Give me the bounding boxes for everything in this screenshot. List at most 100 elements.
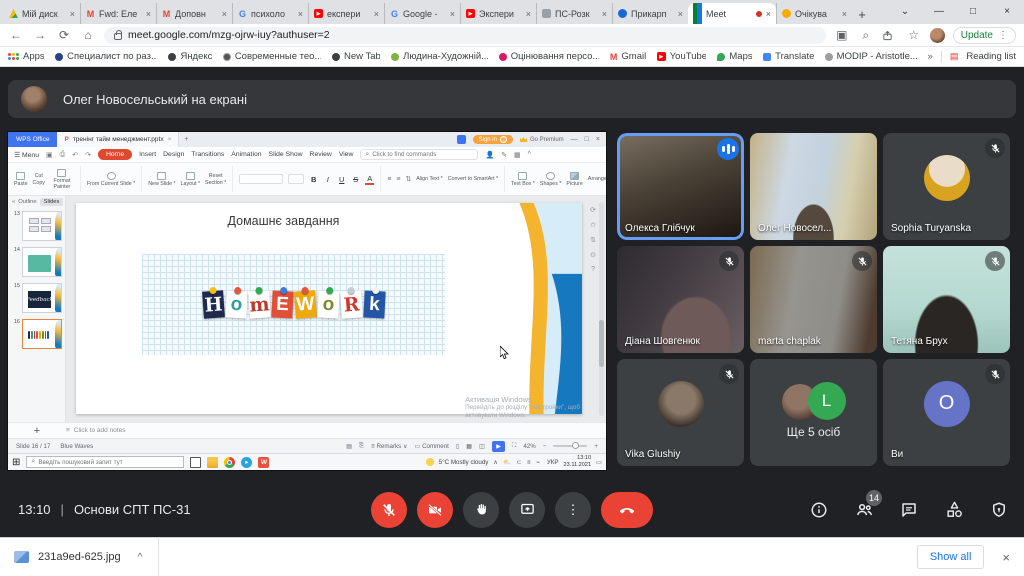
tab-youtube-1[interactable]: ▶експери×: [308, 3, 384, 24]
mic-toggle-button[interactable]: [371, 492, 407, 528]
current-slide[interactable]: Домашнє завдання H o m E W o R k: [76, 203, 582, 414]
tab-drive[interactable]: Мій диск×: [4, 3, 80, 24]
wps-sign-in-button[interactable]: Sign in: [473, 135, 513, 144]
address-bar[interactable]: meet.google.com/mzg-ojrw-iuy?authuser=2: [104, 27, 826, 44]
tab-meet-active[interactable]: Meet×: [688, 3, 776, 24]
bookmark-item[interactable]: Яндекс: [168, 51, 211, 62]
show-all-downloads-button[interactable]: Show all: [917, 545, 985, 569]
wps-new-tab-button[interactable]: +: [184, 136, 188, 143]
doc-tab-close-icon[interactable]: ×: [168, 136, 172, 143]
participant-tile[interactable]: Тетяна Брух: [883, 246, 1010, 353]
bookmark-apps[interactable]: Apps: [8, 51, 44, 62]
tab-close-icon[interactable]: ×: [374, 9, 379, 19]
find-commands-box[interactable]: ⌕: [360, 149, 478, 160]
tab-ps-rozk[interactable]: ПС-Розк×: [536, 3, 612, 24]
participant-tile[interactable]: Vika Glushiy: [617, 359, 744, 466]
slide-thumbnail-16-selected[interactable]: [22, 319, 62, 349]
wps-office-button[interactable]: WPS Office: [8, 132, 57, 147]
weather-text[interactable]: 5°C Mostly cloudy: [439, 459, 489, 466]
redo-icon[interactable]: ↷: [85, 151, 91, 159]
zoom-slider[interactable]: [553, 445, 587, 447]
italic-button[interactable]: I: [323, 175, 332, 184]
normal-view-icon[interactable]: ▯: [456, 443, 459, 450]
align-text-button[interactable]: Align Text *: [416, 176, 442, 182]
file-explorer-icon[interactable]: [207, 457, 218, 468]
language-indicator[interactable]: УКР: [547, 459, 559, 466]
tab-search-icon[interactable]: ⌄: [888, 0, 922, 24]
close-downloads-bar-icon[interactable]: ×: [1002, 550, 1010, 565]
new-tab-button[interactable]: +: [852, 4, 872, 24]
format-painter-button[interactable]: Format Painter: [50, 169, 74, 190]
ribbon-tab-slideshow[interactable]: Slide Show: [269, 151, 303, 158]
tray-icons[interactable]: ∧ ⛅ ⊂ ¤ ⌁: [493, 459, 542, 466]
download-options-icon[interactable]: ^: [138, 552, 143, 563]
font-name-field[interactable]: [239, 174, 283, 184]
slide-thumbnail-15[interactable]: Feedback: [22, 283, 62, 313]
bookmark-item[interactable]: Специалист по раз...: [55, 51, 157, 62]
slide-thumbnail-13[interactable]: [22, 211, 62, 241]
handout-icon[interactable]: ⎘: [359, 442, 364, 450]
bookmark-youtube[interactable]: ▶YouTube: [657, 51, 707, 62]
font-size-field[interactable]: [288, 174, 304, 184]
reading-view-icon[interactable]: ◫: [479, 443, 485, 450]
zoom-out-button[interactable]: −: [543, 443, 547, 450]
back-icon[interactable]: ←: [8, 28, 24, 42]
save-icon[interactable]: ▣: [46, 151, 53, 159]
notification-icon[interactable]: [457, 135, 466, 144]
bookmark-translate[interactable]: Translate: [763, 51, 814, 62]
present-screen-button[interactable]: [509, 492, 545, 528]
ribbon-tab-design[interactable]: Design: [163, 151, 184, 158]
account-icon[interactable]: 👤: [485, 151, 494, 159]
minimize-button[interactable]: —: [922, 0, 956, 24]
tab-gmail-fwd[interactable]: MFwd: Еле×: [80, 3, 156, 24]
smartart-button[interactable]: Convert to SmartArt *: [448, 176, 498, 182]
wps-close-button[interactable]: ×: [596, 136, 600, 143]
zoom-page-icon[interactable]: ⌕: [858, 28, 874, 43]
camera-in-use-icon[interactable]: ▣: [834, 28, 850, 42]
ribbon-tab-animation[interactable]: Animation: [231, 151, 261, 158]
tab-close-icon[interactable]: ×: [298, 9, 303, 19]
self-tile[interactable]: O Ви: [883, 359, 1010, 466]
ribbon-tab-insert[interactable]: Insert: [139, 151, 156, 158]
remarks-button[interactable]: ≡ Remarks ∨: [371, 443, 407, 450]
chrome-update-button[interactable]: Update ⋮: [953, 27, 1016, 44]
bookmark-item[interactable]: MODIP - Aristotle...: [825, 51, 917, 62]
ribbon-tab-home[interactable]: Home: [98, 149, 132, 160]
start-button[interactable]: ⊞: [12, 457, 20, 468]
tab-close-icon[interactable]: ×: [222, 9, 227, 19]
go-premium-button[interactable]: Go Premium: [520, 137, 564, 143]
tab-ochikuva[interactable]: Очікува×: [776, 3, 852, 24]
reading-list-button[interactable]: Reading list: [966, 51, 1016, 62]
taskbar-search[interactable]: ⌕: [26, 456, 184, 468]
paste-button[interactable]: Paste: [14, 172, 28, 187]
fit-icon[interactable]: ⟳: [590, 206, 596, 214]
tab-close-icon[interactable]: ×: [146, 9, 151, 19]
download-item[interactable]: 231a9ed-625.jpg ^: [14, 538, 159, 576]
tab-youtube-2[interactable]: ▶Экспери×: [460, 3, 536, 24]
meeting-details-button[interactable]: [808, 499, 830, 521]
ribbon-tab-transitions[interactable]: Transitions: [191, 151, 224, 158]
font-color-button[interactable]: A: [365, 174, 374, 185]
panel-tab-slides[interactable]: Slides: [40, 198, 64, 206]
tab-close-icon[interactable]: ×: [450, 9, 455, 19]
telegram-icon[interactable]: ▸: [241, 457, 252, 468]
host-controls-button[interactable]: [988, 499, 1010, 521]
picture-button[interactable]: Picture: [566, 172, 583, 187]
sorter-view-icon[interactable]: ▦: [466, 443, 472, 450]
close-window-button[interactable]: ×: [990, 0, 1024, 24]
zoom-in-button[interactable]: +: [594, 443, 598, 450]
new-slide-button[interactable]: New Slide *: [148, 172, 175, 187]
notification-center-icon[interactable]: ▭: [596, 459, 602, 466]
print-icon[interactable]: ⎙: [60, 151, 66, 159]
taskbar-clock[interactable]: 13:10 23.11.2021: [564, 455, 592, 468]
more-options-button[interactable]: ⋮: [555, 492, 591, 528]
maximize-button[interactable]: □: [956, 0, 990, 24]
ribbon-tab-review[interactable]: Review: [310, 151, 332, 158]
tab-close-icon[interactable]: ×: [678, 9, 683, 19]
comment-button[interactable]: ▭ Comment: [414, 443, 448, 450]
section-button[interactable]: ResetSection *: [205, 173, 226, 186]
bookmark-item[interactable]: Оцінювання персо...: [499, 51, 599, 62]
tab-prykarp[interactable]: Прикарп×: [612, 3, 688, 24]
participant-tile[interactable]: marta chaplak: [750, 246, 877, 353]
tab-close-icon[interactable]: ×: [526, 9, 531, 19]
